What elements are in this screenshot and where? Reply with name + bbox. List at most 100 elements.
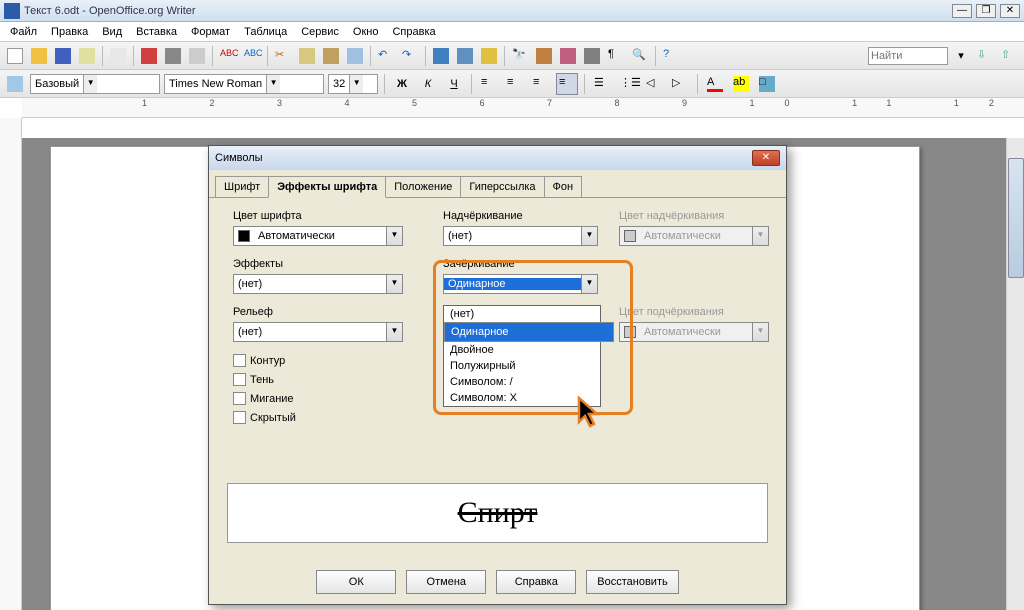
menu-bar: Файл Правка Вид Вставка Формат Таблица С… bbox=[0, 22, 1024, 42]
relief-select[interactable]: (нет)▼ bbox=[233, 322, 403, 342]
open-icon[interactable] bbox=[28, 45, 50, 67]
strikethrough-select[interactable]: Одинарное▼ bbox=[443, 274, 598, 294]
navigator-icon[interactable] bbox=[533, 45, 555, 67]
menu-file[interactable]: Файл bbox=[4, 24, 43, 40]
find-replace-icon[interactable]: 🔭 bbox=[509, 45, 531, 67]
tab-position[interactable]: Положение bbox=[385, 176, 461, 197]
dialog-body: Цвет шрифта Автоматически▼ Эффекты (нет)… bbox=[209, 198, 786, 538]
cancel-button[interactable]: Отмена bbox=[406, 570, 486, 594]
horizontal-ruler: 1 2 3 4 5 6 7 8 9 10 11 12 13 14 15 16 1… bbox=[22, 98, 1024, 118]
align-right-icon[interactable]: ≡ bbox=[530, 73, 552, 95]
title-bar: Текст 6.odt - OpenOffice.org Writer — ❐ … bbox=[0, 0, 1024, 22]
show-draw-icon[interactable] bbox=[478, 45, 500, 67]
strike-opt-bold[interactable]: Полужирный bbox=[444, 358, 600, 374]
menu-tools[interactable]: Сервис bbox=[295, 24, 345, 40]
scrollbar-thumb[interactable] bbox=[1008, 158, 1024, 278]
close-button[interactable]: ✕ bbox=[1000, 4, 1020, 18]
strike-opt-double[interactable]: Двойное bbox=[444, 342, 600, 358]
vertical-scrollbar[interactable] bbox=[1006, 138, 1024, 610]
font-color-select[interactable]: Автоматически▼ bbox=[233, 226, 403, 246]
tab-background[interactable]: Фон bbox=[544, 176, 583, 197]
numbering-icon[interactable]: ☰ bbox=[591, 73, 613, 95]
format-paint-icon[interactable] bbox=[344, 45, 366, 67]
shadow-label: Тень bbox=[250, 374, 274, 386]
effects-select[interactable]: (нет)▼ bbox=[233, 274, 403, 294]
redo-icon[interactable]: ↷ bbox=[399, 45, 421, 67]
table-icon[interactable] bbox=[454, 45, 476, 67]
bullets-icon[interactable]: ⋮☰ bbox=[617, 73, 639, 95]
blink-checkbox[interactable]: Мигание bbox=[233, 392, 413, 405]
edit-doc-icon[interactable] bbox=[107, 45, 129, 67]
paste-icon[interactable] bbox=[320, 45, 342, 67]
strike-opt-x[interactable]: Символом: X bbox=[444, 390, 600, 406]
strike-opt-none[interactable]: (нет) bbox=[444, 306, 600, 322]
email-icon[interactable] bbox=[76, 45, 98, 67]
nonprinting-icon[interactable]: ¶ bbox=[605, 45, 627, 67]
menu-table[interactable]: Таблица bbox=[238, 24, 293, 40]
formatting-toolbar: Базовый▼ Times New Roman▼ 32▼ Ж К Ч ≡ ≡ … bbox=[0, 70, 1024, 98]
cut-icon[interactable]: ✂ bbox=[272, 45, 294, 67]
styles-icon[interactable] bbox=[4, 73, 26, 95]
datasources-icon[interactable] bbox=[581, 45, 603, 67]
menu-insert[interactable]: Вставка bbox=[130, 24, 183, 40]
new-doc-icon[interactable] bbox=[4, 45, 26, 67]
help-button[interactable]: Справка bbox=[496, 570, 576, 594]
find-prev-icon[interactable]: ⇧ bbox=[998, 45, 1020, 67]
find-next-icon[interactable]: ⇩ bbox=[974, 45, 996, 67]
print-icon[interactable] bbox=[162, 45, 184, 67]
strike-opt-single[interactable]: Одинарное bbox=[444, 322, 614, 342]
pdf-icon[interactable] bbox=[138, 45, 160, 67]
highlight-icon[interactable]: ab bbox=[730, 73, 752, 95]
tab-hyperlink[interactable]: Гиперссылка bbox=[460, 176, 544, 197]
align-left-icon[interactable]: ≡ bbox=[478, 73, 500, 95]
spellcheck-icon[interactable]: ABC bbox=[217, 45, 239, 67]
font-color-icon[interactable]: A bbox=[704, 73, 726, 95]
dialog-title: Символы bbox=[215, 152, 752, 164]
bg-color-icon[interactable]: □ bbox=[756, 73, 778, 95]
minimize-button[interactable]: — bbox=[952, 4, 972, 18]
hidden-checkbox[interactable]: Скрытый bbox=[233, 411, 413, 424]
restore-button[interactable]: ❐ bbox=[976, 4, 996, 18]
outline-checkbox[interactable]: Контур bbox=[233, 354, 413, 367]
italic-icon[interactable]: К bbox=[417, 73, 439, 95]
font-name-combo[interactable]: Times New Roman▼ bbox=[164, 74, 324, 94]
menu-edit[interactable]: Правка bbox=[45, 24, 94, 40]
tab-font-effects[interactable]: Эффекты шрифта bbox=[268, 176, 386, 198]
menu-window[interactable]: Окно bbox=[347, 24, 385, 40]
app-icon bbox=[4, 3, 20, 19]
help-icon[interactable]: ? bbox=[660, 45, 682, 67]
strikethrough-dropdown-list[interactable]: (нет) Одинарное Двойное Полужирный Симво… bbox=[443, 305, 601, 407]
increase-indent-icon[interactable]: ▷ bbox=[669, 73, 691, 95]
find-input[interactable] bbox=[868, 47, 948, 65]
strikethrough-label: Зачёркивание bbox=[443, 258, 603, 270]
menu-view[interactable]: Вид bbox=[96, 24, 128, 40]
dialog-close-button[interactable]: ✕ bbox=[752, 150, 780, 166]
copy-icon[interactable] bbox=[296, 45, 318, 67]
hyperlink-icon[interactable] bbox=[430, 45, 452, 67]
ok-button[interactable]: ОК bbox=[316, 570, 396, 594]
preview-icon[interactable] bbox=[186, 45, 208, 67]
reset-button[interactable]: Восстановить bbox=[586, 570, 678, 594]
undo-icon[interactable]: ↶ bbox=[375, 45, 397, 67]
find-dropdown-icon[interactable]: ▾ bbox=[950, 45, 972, 67]
overline-select[interactable]: (нет)▼ bbox=[443, 226, 598, 246]
tab-font[interactable]: Шрифт bbox=[215, 176, 269, 197]
menu-help[interactable]: Справка bbox=[386, 24, 441, 40]
dialog-title-bar[interactable]: Символы ✕ bbox=[209, 146, 786, 170]
decrease-indent-icon[interactable]: ◁ bbox=[643, 73, 665, 95]
align-center-icon[interactable]: ≡ bbox=[504, 73, 526, 95]
shadow-checkbox[interactable]: Тень bbox=[233, 373, 413, 386]
bold-icon[interactable]: Ж bbox=[391, 73, 413, 95]
align-justify-icon[interactable]: ≡ bbox=[556, 73, 578, 95]
underline-icon[interactable]: Ч bbox=[443, 73, 465, 95]
zoom-icon[interactable]: 🔍 bbox=[629, 45, 651, 67]
strike-opt-slash[interactable]: Символом: / bbox=[444, 374, 600, 390]
gallery-icon[interactable] bbox=[557, 45, 579, 67]
paragraph-style-combo[interactable]: Базовый▼ bbox=[30, 74, 160, 94]
window-title: Текст 6.odt - OpenOffice.org Writer bbox=[24, 5, 952, 17]
characters-dialog: Символы ✕ Шрифт Эффекты шрифта Положение… bbox=[208, 145, 787, 605]
save-icon[interactable] bbox=[52, 45, 74, 67]
autospell-icon[interactable]: ABC bbox=[241, 45, 263, 67]
menu-format[interactable]: Формат bbox=[185, 24, 236, 40]
font-size-combo[interactable]: 32▼ bbox=[328, 74, 378, 94]
